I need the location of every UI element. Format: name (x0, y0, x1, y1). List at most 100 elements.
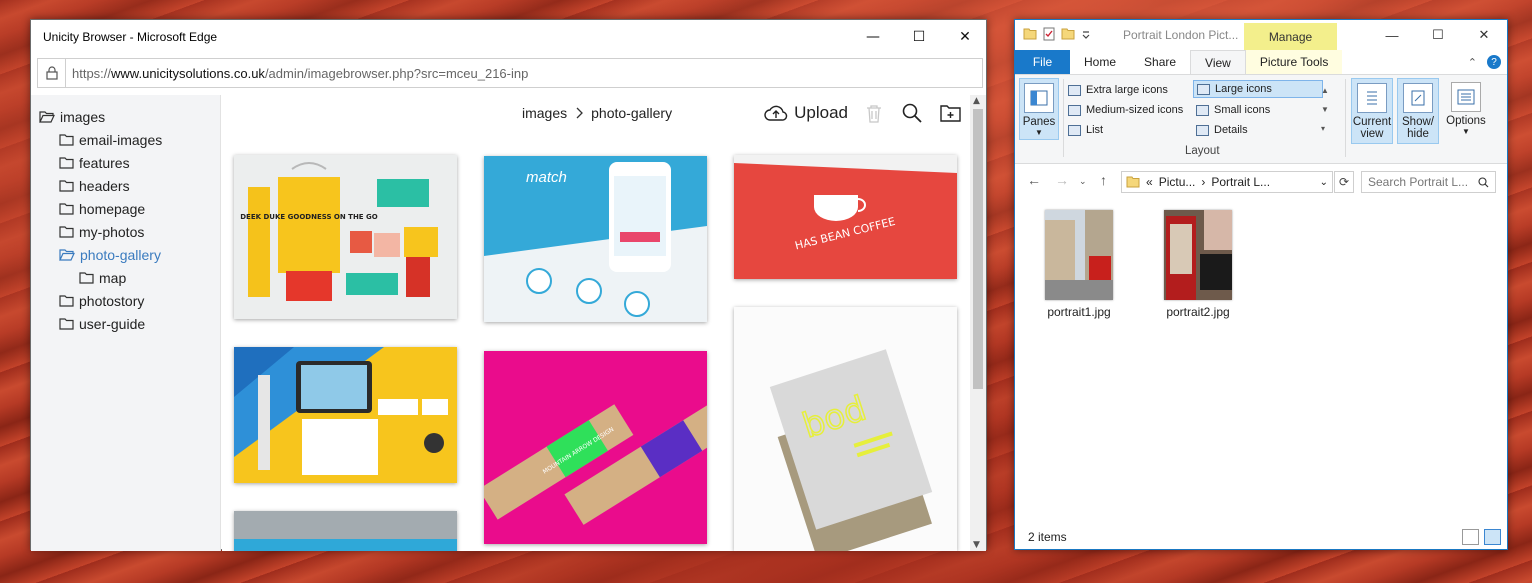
tab-file[interactable]: File (1015, 50, 1070, 74)
options-button[interactable]: Options ▼ (1443, 78, 1489, 144)
edge-titlebar[interactable]: Unicity Browser - Microsoft Edge — ☐ ✕ (31, 20, 986, 53)
image-toolbar: Upload (764, 101, 962, 125)
folder-label: images (60, 108, 106, 125)
large-icons-icon (1197, 83, 1210, 95)
current-view-icon (1357, 83, 1387, 113)
folder-my-photos[interactable]: my-photos (31, 220, 220, 243)
quick-access-toolbar (1023, 27, 1091, 41)
panes-icon (1024, 83, 1054, 113)
folder-user-guide[interactable]: user-guide (31, 312, 220, 335)
thumbnail-bod-cards[interactable]: bod (734, 307, 957, 551)
chevron-down-icon: ▼ (1035, 128, 1043, 137)
details-view-icon[interactable] (1462, 529, 1479, 545)
scrollbar-thumb[interactable] (973, 109, 983, 389)
trash-icon[interactable] (862, 101, 886, 125)
tab-view[interactable]: View (1190, 50, 1246, 74)
explorer-address-bar[interactable]: « Pictu... › Portrait L... ⌄ (1121, 171, 1333, 193)
layout-extra-large-icons[interactable]: Extra large icons (1065, 81, 1191, 99)
help-icon[interactable]: ? (1487, 55, 1501, 69)
layout-item-label: Extra large icons (1086, 84, 1168, 96)
layout-small-icons[interactable]: Small icons (1193, 101, 1319, 119)
search-icon[interactable] (900, 101, 924, 125)
ribbon-view: Panes ▼ Extra large icons Large icons Me… (1015, 74, 1507, 164)
thumbnail-match[interactable]: match (484, 156, 707, 322)
minimize-ribbon-icon[interactable]: ⌃ (1468, 56, 1477, 69)
extra-large-icons-icon (1068, 84, 1081, 96)
folder-label: photo-gallery (80, 246, 161, 263)
minimize-button[interactable]: — (850, 20, 896, 53)
vertical-scrollbar[interactable]: ▲ ▼ (970, 95, 986, 551)
folder-tree: images email-images features headers hom… (31, 95, 221, 551)
maximize-button[interactable]: ☐ (1415, 20, 1461, 50)
new-folder-icon[interactable] (1061, 28, 1075, 40)
close-button[interactable]: ✕ (1461, 20, 1507, 50)
folder-homepage[interactable]: homepage (31, 197, 220, 220)
layout-item-label: List (1086, 124, 1104, 136)
folder-headers[interactable]: headers (31, 174, 220, 197)
recent-locations-icon[interactable]: ⌄ (1079, 176, 1087, 187)
close-button[interactable]: ✕ (942, 20, 988, 53)
chevron-down-icon[interactable] (1081, 28, 1091, 40)
file-portrait2[interactable]: portrait2.jpg (1148, 210, 1248, 319)
tab-home[interactable]: Home (1070, 50, 1130, 74)
url-path: /admin/imagebrowser.php?src=mceu_216-inp (264, 65, 529, 81)
layout-medium-icons[interactable]: Medium-sized icons (1065, 101, 1191, 119)
thumbnail-mountain-arrow[interactable]: MOUNTAIN ARROW DESIGN (484, 351, 707, 544)
thumbnail-stationery[interactable] (234, 347, 457, 483)
layout-large-icons[interactable]: Large icons (1193, 80, 1323, 98)
properties-icon[interactable] (1043, 27, 1055, 41)
tab-picture-tools[interactable]: Picture Tools (1245, 50, 1343, 74)
tab-manage[interactable]: Manage (1244, 23, 1337, 50)
lock-icon[interactable] (38, 59, 66, 87)
scroll-down-icon[interactable]: ▼ (973, 540, 980, 550)
thumbnail-partial[interactable] (234, 511, 457, 551)
layout-list[interactable]: List (1065, 121, 1191, 139)
folder-photostory[interactable]: photostory (31, 289, 220, 312)
ribbon-tabs: File Home Share View Picture Tools ⌃ ? (1015, 50, 1507, 74)
chevron-down-icon[interactable]: ⌄ (1320, 177, 1328, 188)
minimize-button[interactable]: — (1369, 20, 1415, 50)
address-segment-pictures[interactable]: Pictu... (1159, 175, 1196, 189)
explorer-search-input[interactable]: Search Portrait L... (1361, 171, 1496, 193)
address-segment-portrait[interactable]: Portrait L... (1211, 175, 1270, 189)
match-label: match (526, 169, 567, 186)
folder-map[interactable]: map (31, 266, 220, 289)
file-portrait1[interactable]: portrait1.jpg (1029, 210, 1129, 319)
layout-item-label: Small icons (1214, 104, 1271, 116)
tab-share[interactable]: Share (1130, 50, 1190, 74)
large-icons-view-icon[interactable] (1484, 529, 1501, 545)
up-arrow-icon[interactable]: ↑ (1100, 172, 1107, 188)
show-hide-button[interactable]: Show/ hide (1397, 78, 1439, 144)
folder-images[interactable]: images (31, 105, 220, 128)
current-view-button[interactable]: Current view (1351, 78, 1393, 144)
explorer-titlebar[interactable]: Portrait London Pict... Manage — ☐ ✕ (1015, 20, 1507, 50)
thumbnail-has-bean-coffee[interactable]: HAS BEAN COFFEE (734, 155, 957, 279)
chevron-right-icon (576, 107, 584, 119)
breadcrumb-root[interactable]: images (522, 105, 567, 121)
address-bar[interactable]: https://www.unicitysolutions.co.uk/admin… (37, 58, 983, 88)
folder-label: my-photos (79, 223, 145, 240)
refresh-icon[interactable]: ⟳ (1334, 171, 1354, 193)
scroll-up-icon[interactable]: ▲ (973, 96, 980, 106)
panes-button[interactable]: Panes ▼ (1019, 78, 1059, 140)
portrait2-thumbnail (1164, 210, 1232, 300)
forward-arrow-icon[interactable]: → (1055, 172, 1069, 188)
folder-email-images[interactable]: email-images (31, 128, 220, 151)
chevron-right-icon[interactable]: › (1201, 175, 1205, 189)
layout-scroll-arrows[interactable]: ▲ ▼ ▾ (1321, 81, 1329, 138)
layout-details[interactable]: Details (1193, 121, 1319, 139)
maximize-button[interactable]: ☐ (896, 20, 942, 53)
folder-icon (59, 294, 74, 307)
thumbnail-deek-duke[interactable]: DEEK DUKE GOODNESS ON THE GO (234, 155, 457, 319)
url-scheme: https:// (72, 65, 112, 81)
new-folder-icon[interactable] (938, 101, 962, 125)
back-arrow-icon[interactable]: ← (1027, 172, 1041, 188)
url-text[interactable]: https://www.unicitysolutions.co.uk/admin… (66, 66, 528, 81)
folder-label: user-guide (79, 315, 146, 332)
address-overflow[interactable]: « (1146, 175, 1153, 189)
folder-icon[interactable] (1023, 28, 1037, 40)
folder-icon (59, 179, 74, 192)
folder-features[interactable]: features (31, 151, 220, 174)
upload-button[interactable]: Upload (764, 103, 848, 123)
folder-photo-gallery[interactable]: photo-gallery (31, 243, 220, 266)
